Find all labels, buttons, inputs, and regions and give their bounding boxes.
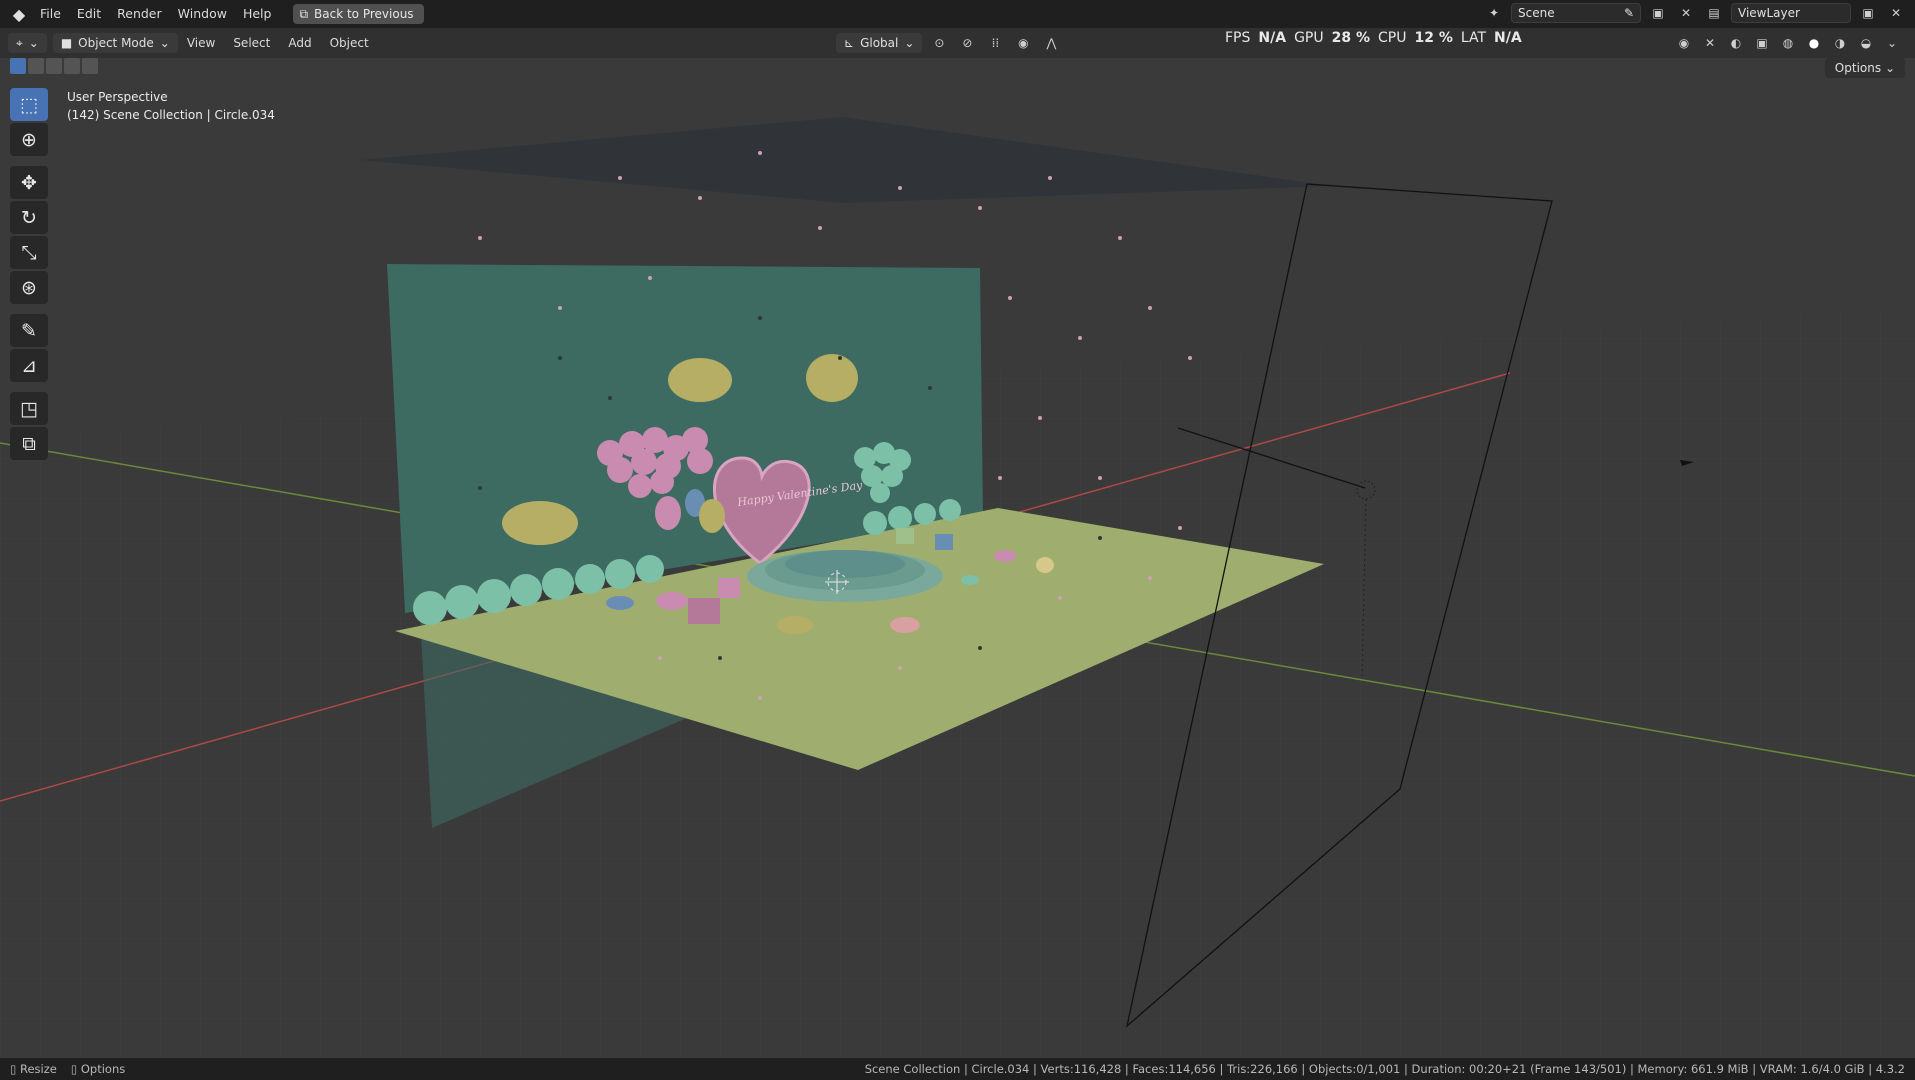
view-layer-type-icon[interactable]: ▤	[1703, 3, 1725, 23]
new-scene-icon[interactable]: ▣	[1647, 3, 1669, 23]
lat-value: N/A	[1494, 30, 1522, 46]
menu-render[interactable]: Render	[109, 3, 170, 25]
snap-toggle-icon[interactable]: ⊘	[956, 33, 978, 53]
delete-scene-icon[interactable]: ✕	[1675, 3, 1697, 23]
annotate-icon[interactable]: ✎	[10, 314, 48, 347]
3d-viewport-editor-icon: ⌖	[16, 35, 23, 50]
select-box-icon[interactable]: ⬚	[10, 88, 48, 121]
tool-shelf: ⬚ ⊕ ✥ ↻ ⤡ ⊛ ✎ ⊿ ◳ ⧉	[10, 88, 50, 460]
material-shading-icon[interactable]: ◑	[1829, 33, 1851, 53]
orientation-label: Global	[860, 36, 899, 50]
gpu-value: 28 %	[1331, 30, 1370, 46]
cpu-label: CPU	[1378, 30, 1407, 46]
status-bar: ▯ Resize ▯ Options Scene Collection | Ci…	[0, 1058, 1915, 1080]
menu-object[interactable]: Object	[321, 36, 378, 50]
overlay-icon[interactable]: ◐	[1725, 33, 1747, 53]
options-label: Options	[1834, 61, 1882, 75]
options-dropdown[interactable]: Options ⌄	[1824, 58, 1905, 78]
pivot-point-icon[interactable]: ⊙	[928, 33, 950, 53]
object-mode-icon: ■	[60, 36, 73, 50]
snap-target-icon[interactable]: ⁞⁞	[984, 33, 1006, 53]
select-extend-icon[interactable]	[28, 58, 44, 74]
chevron-down-icon: ⌄	[159, 36, 170, 50]
perspective-label: User Perspective	[67, 90, 168, 104]
scene-name: Scene	[1518, 6, 1555, 20]
menu-view[interactable]: View	[178, 36, 224, 50]
rotate-icon[interactable]: ↻	[10, 201, 48, 234]
menu-window[interactable]: Window	[170, 3, 235, 25]
fps-value: N/A	[1258, 30, 1287, 46]
chevron-down-icon: ⌄	[28, 36, 39, 50]
view-layer-field[interactable]: ViewLayer	[1731, 3, 1851, 23]
scene-statistics: Scene Collection | Circle.034 | Verts:11…	[864, 1062, 1905, 1076]
menu-help[interactable]: Help	[235, 3, 280, 25]
options-hint-label: Options	[80, 1062, 126, 1076]
orientation-icon: ⊾	[844, 36, 855, 50]
gpu-label: GPU	[1294, 30, 1324, 46]
chevron-down-icon[interactable]: ⌄	[1881, 33, 1903, 53]
back-icon: ⧉	[299, 6, 309, 21]
blender-logo-icon[interactable]: ◆	[6, 3, 32, 25]
mode-label: Object Mode	[78, 36, 154, 50]
viewport-display-controls: ◉ ✕ ◐ ▣ ◍ ● ◑ ◒ ⌄	[1673, 33, 1903, 53]
menu-file[interactable]: File	[32, 3, 69, 25]
select-new-icon[interactable]	[10, 58, 26, 74]
chevron-down-icon: ⌄	[904, 36, 915, 50]
xray-icon[interactable]: ▣	[1751, 33, 1773, 53]
menu-select[interactable]: Select	[224, 36, 279, 50]
falloff-icon[interactable]: ⋀	[1040, 33, 1062, 53]
cpu-value: 12 %	[1414, 30, 1453, 46]
orientation-dropdown[interactable]: ⊾ Global ⌄	[836, 33, 923, 53]
transform-icon[interactable]: ⊛	[10, 271, 48, 304]
scale-icon[interactable]: ⤡	[10, 236, 48, 269]
select-intersect-icon[interactable]	[82, 58, 98, 74]
select-subtract-icon[interactable]	[46, 58, 62, 74]
transform-controls: ⊾ Global ⌄ ⊙ ⊘ ⁞⁞ ◉ ⋀	[836, 33, 1062, 53]
workspace-controls: ✦ Scene ✎ ▣ ✕ ▤ ViewLayer ▣ ✕	[1483, 3, 1907, 23]
3d-viewport[interactable]: Happy Valentine's Day	[0, 58, 1915, 1058]
view-layer-name: ViewLayer	[1738, 6, 1800, 20]
back-to-previous-button[interactable]: ⧉ Back to Previous	[293, 4, 424, 24]
menu-add[interactable]: Add	[279, 36, 320, 50]
scene-type-icon[interactable]: ✦	[1483, 3, 1505, 23]
resize-label: Resize	[20, 1062, 57, 1076]
scene-field[interactable]: Scene ✎	[1511, 3, 1641, 23]
cursor-icon[interactable]: ⊕	[10, 123, 48, 156]
add-object-icon[interactable]: ⧉	[10, 427, 48, 460]
add-cube-icon[interactable]: ◳	[10, 392, 48, 425]
move-icon[interactable]: ✥	[10, 166, 48, 199]
viewport-header: ⌖ ⌄ ■ Object Mode ⌄ View Select Add Objec…	[0, 28, 1915, 58]
solid-shading-icon[interactable]: ●	[1803, 33, 1825, 53]
gizmo-icon[interactable]: ✕	[1699, 33, 1721, 53]
pin-icon[interactable]: ✎	[1624, 6, 1634, 20]
mode-dropdown[interactable]: ■ Object Mode ⌄	[52, 33, 178, 53]
chevron-down-icon: ⌄	[1884, 61, 1895, 75]
top-menu-bar: ◆ File Edit Render Window Help ⧉ Back to…	[0, 0, 1915, 28]
select-difference-icon[interactable]	[64, 58, 80, 74]
selection-modes	[10, 58, 98, 76]
fps-label: FPS	[1225, 30, 1251, 46]
proportional-edit-icon[interactable]: ◉	[1012, 33, 1034, 53]
measure-icon[interactable]: ⊿	[10, 349, 48, 382]
round-platform	[747, 550, 943, 602]
viewport-info-overlay: User Perspective (142) Scene Collection …	[67, 88, 275, 124]
new-view-layer-icon[interactable]: ▣	[1857, 3, 1879, 23]
lat-label: LAT	[1460, 30, 1487, 46]
wireframe-shading-icon[interactable]: ◍	[1777, 33, 1799, 53]
mouse-icon: ▯	[10, 1062, 17, 1076]
editor-type-dropdown[interactable]: ⌖ ⌄	[8, 33, 47, 53]
options-hint: ▯ Options	[71, 1062, 125, 1076]
performance-stats: FPS N/A GPU 28 % CPU 12 % LAT N/A	[1225, 28, 1522, 48]
visibility-icon[interactable]: ◉	[1673, 33, 1695, 53]
delete-view-layer-icon[interactable]: ✕	[1885, 3, 1907, 23]
resize-hint: ▯ Resize	[10, 1062, 57, 1076]
back-label: Back to Previous	[314, 7, 414, 21]
collection-label: (142) Scene Collection | Circle.034	[67, 108, 275, 122]
menu-edit[interactable]: Edit	[69, 3, 109, 25]
rendered-shading-icon[interactable]: ◒	[1855, 33, 1877, 53]
mouse-icon: ▯	[70, 1062, 78, 1076]
